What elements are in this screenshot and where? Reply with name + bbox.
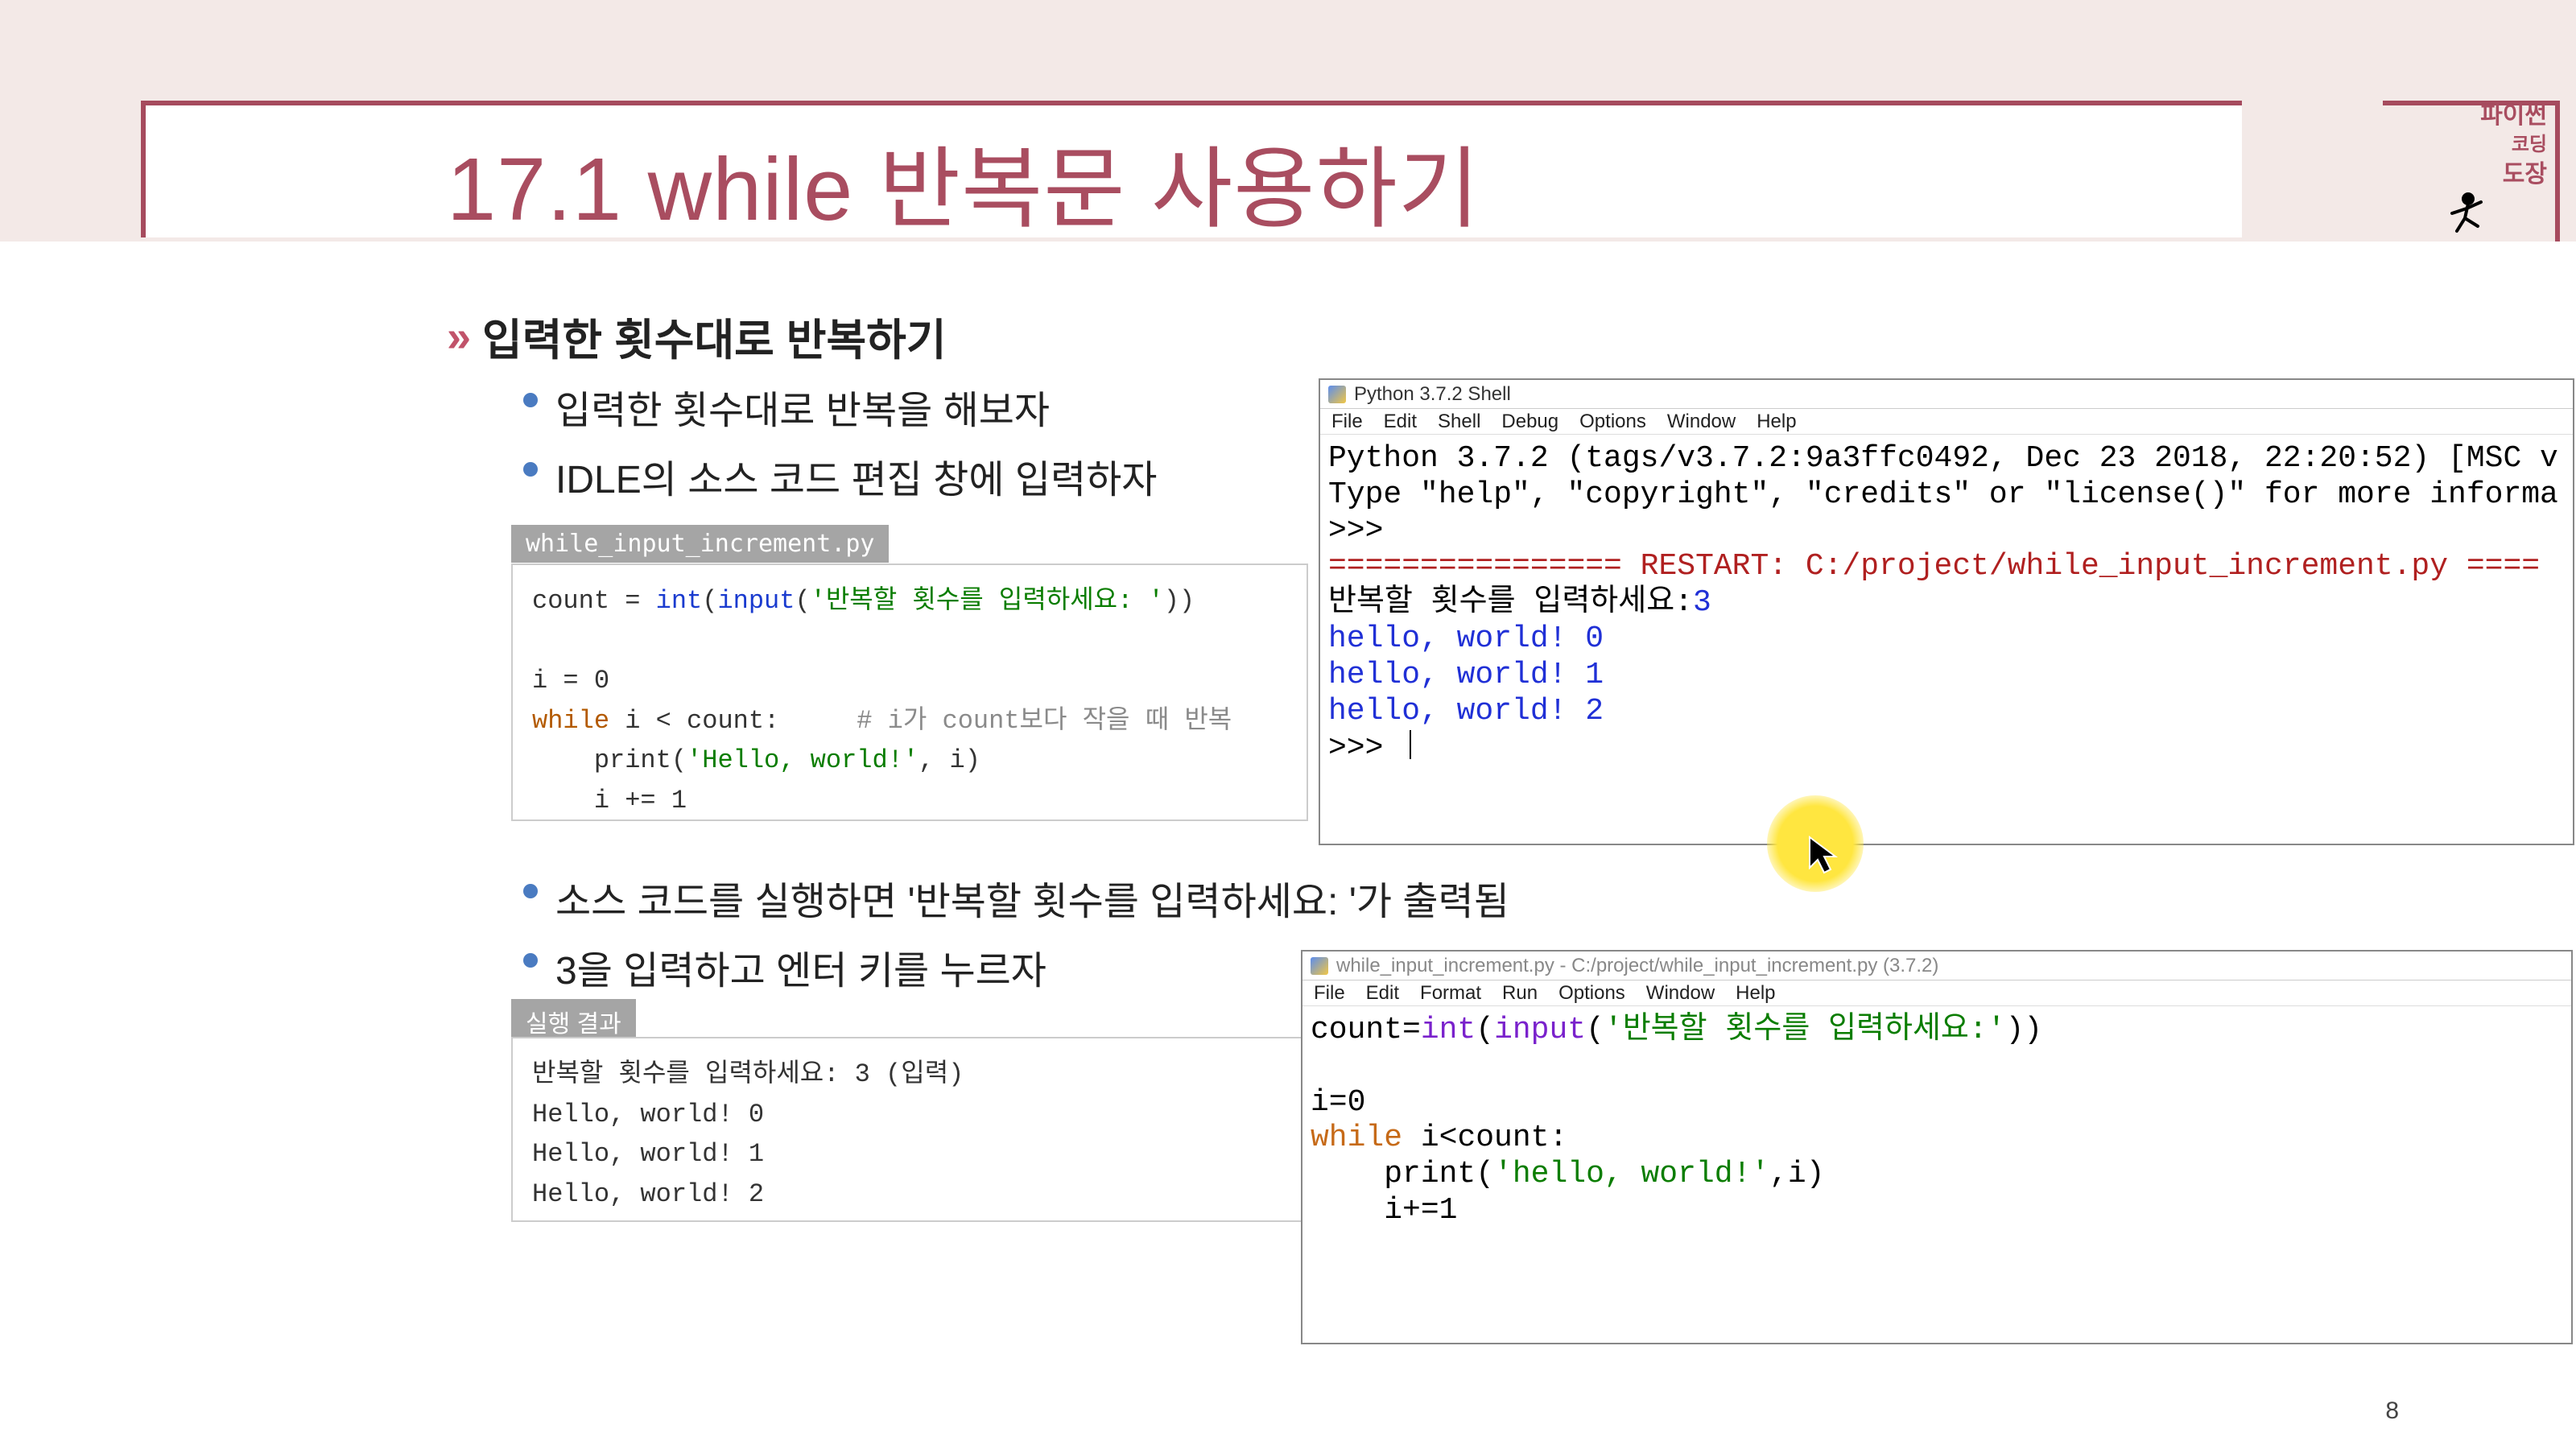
section-subheading: » 입력한 횟수대로 반복하기 — [447, 304, 947, 368]
running-figure-icon — [2441, 191, 2497, 250]
text-cursor — [1410, 730, 1411, 759]
menu-shell[interactable]: Shell — [1438, 411, 1480, 433]
editor-menubar[interactable]: File Edit Format Run Options Window Help — [1302, 980, 2571, 1006]
logo-text-3: 도장 — [2503, 162, 2547, 188]
logo-text-2: 코딩 — [2512, 134, 2547, 155]
bullet-2: IDLE의 소스 코드 편집 창에 입력하자 — [523, 448, 1157, 504]
menu-format[interactable]: Format — [1420, 982, 1481, 1005]
bullet-1: 입력한 횟수대로 반복을 해보자 — [523, 378, 1050, 435]
shell-titlebar[interactable]: Python 3.7.2 Shell — [1320, 380, 2573, 409]
bullet-dot-icon — [523, 884, 538, 898]
menu-window[interactable]: Window — [1646, 982, 1715, 1005]
bullet-1-text: 입력한 횟수대로 반복을 해보자 — [555, 378, 1050, 435]
menu-run[interactable]: Run — [1502, 982, 1538, 1005]
bullet-3-text: 소스 코드를 실행하면 '반복할 횟수를 입력하세요: '가 출력됨 — [555, 869, 1509, 926]
bullet-2-text: IDLE의 소스 코드 편집 창에 입력하자 — [555, 448, 1157, 504]
menu-edit[interactable]: Edit — [1366, 982, 1399, 1005]
bullet-dot-icon — [523, 393, 538, 407]
subheading-text: 입력한 횟수대로 반복하기 — [482, 304, 947, 368]
page-number: 8 — [2385, 1397, 2399, 1425]
idle-editor-window[interactable]: while_input_increment.py - C:/project/wh… — [1301, 950, 2573, 1344]
python-icon — [1328, 386, 1346, 403]
menu-file[interactable]: File — [1331, 411, 1363, 433]
menu-help[interactable]: Help — [1736, 982, 1775, 1005]
menu-edit[interactable]: Edit — [1384, 411, 1417, 433]
result-block: 반복할 횟수를 입력하세요: 3 (입력) Hello, world! 0 He… — [511, 1037, 1308, 1222]
menu-window[interactable]: Window — [1667, 411, 1736, 433]
shell-menubar[interactable]: File Edit Shell Debug Options Window Hel… — [1320, 409, 2573, 435]
shell-title-text: Python 3.7.2 Shell — [1354, 383, 1511, 406]
menu-options[interactable]: Options — [1579, 411, 1646, 433]
editor-titlebar[interactable]: while_input_increment.py - C:/project/wh… — [1302, 952, 2571, 980]
menu-help[interactable]: Help — [1757, 411, 1796, 433]
idle-shell-window[interactable]: Python 3.7.2 Shell File Edit Shell Debug… — [1319, 378, 2574, 845]
menu-debug[interactable]: Debug — [1501, 411, 1558, 433]
code-block: count = int(input('반복할 횟수를 입력하세요: ')) i … — [511, 564, 1308, 821]
editor-title-text: while_input_increment.py - C:/project/wh… — [1336, 955, 1938, 977]
brand-logo: 파이썬 코딩 도장 — [2383, 101, 2560, 242]
python-icon — [1311, 957, 1328, 975]
chevron-icon: » — [447, 312, 463, 361]
menu-options[interactable]: Options — [1558, 982, 1625, 1005]
code-filename-label: while_input_increment.py — [511, 525, 889, 563]
bullet-4-text: 3을 입력하고 엔터 키를 누르자 — [555, 939, 1046, 995]
shell-text-area[interactable]: Python 3.7.2 (tags/v3.7.2:9a3ffc0492, De… — [1320, 435, 2573, 773]
bullet-3: 소스 코드를 실행하면 '반복할 횟수를 입력하세요: '가 출력됨 — [523, 869, 1509, 926]
logo-text-1: 파이썬 — [2480, 103, 2547, 129]
bullet-dot-icon — [523, 953, 538, 968]
bullet-4: 3을 입력하고 엔터 키를 누르자 — [523, 939, 1046, 995]
bullet-dot-icon — [523, 462, 538, 477]
slide-title: 17.1 while 반복문 사용하기 — [447, 117, 1480, 246]
editor-text-area[interactable]: count=int(input('반복할 횟수를 입력하세요:')) i=0 w… — [1302, 1006, 2571, 1236]
menu-file[interactable]: File — [1314, 982, 1345, 1005]
